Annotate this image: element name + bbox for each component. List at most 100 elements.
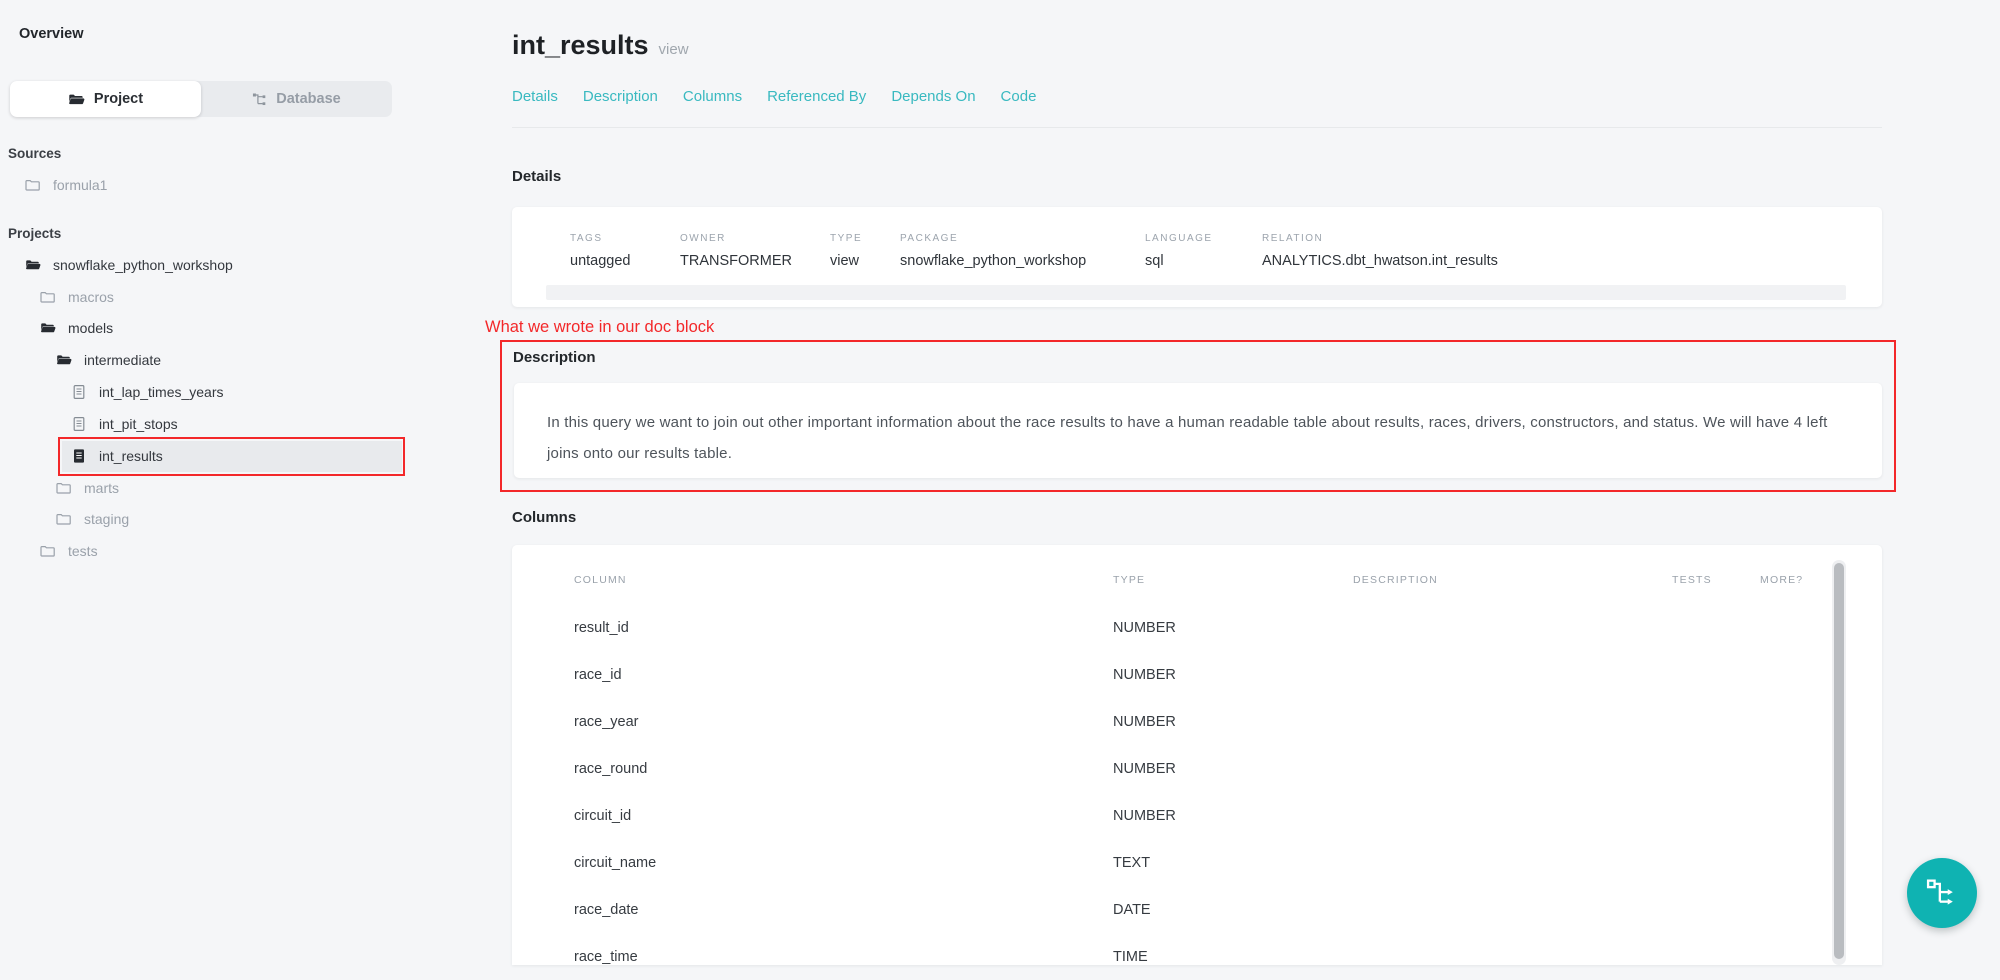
table-row-circuit-id[interactable]: circuit_id NUMBER bbox=[574, 792, 1882, 839]
field-value: ANALYTICS.dbt_hwatson.int_results bbox=[1262, 253, 1882, 269]
project-toggle-button[interactable]: Project bbox=[10, 81, 201, 117]
column-name: race_time bbox=[574, 949, 1113, 965]
description-text: In this query we want to join out other … bbox=[514, 383, 1882, 469]
col-header-column: COLUMN bbox=[574, 574, 1113, 588]
database-tree-icon bbox=[252, 92, 267, 107]
sidebar-view-toggle: Project Database bbox=[10, 81, 392, 117]
field-relation: RELATION ANALYTICS.dbt_hwatson.int_resul… bbox=[1262, 233, 1882, 269]
sidebar-item-staging[interactable]: staging bbox=[0, 504, 470, 534]
table-row-result-id[interactable]: result_id NUMBER bbox=[574, 604, 1882, 651]
columns-table-header: COLUMN TYPE DESCRIPTION TESTS MORE? bbox=[574, 574, 1882, 588]
table-row-race-id[interactable]: race_id NUMBER bbox=[574, 651, 1882, 698]
details-footer-bar bbox=[546, 285, 1846, 300]
tree-item-label: intermediate bbox=[84, 352, 161, 368]
table-row-race-time[interactable]: race_time TIME bbox=[574, 933, 1882, 980]
folder-closed-icon bbox=[25, 177, 41, 193]
field-label: RELATION bbox=[1262, 233, 1882, 244]
columns-card: COLUMN TYPE DESCRIPTION TESTS MORE? resu… bbox=[512, 545, 1882, 965]
details-section-heading: Details bbox=[512, 168, 561, 185]
table-scrollbar-thumb[interactable] bbox=[1834, 563, 1844, 959]
sources-heading: Sources bbox=[8, 146, 61, 161]
page-title: int_results view bbox=[512, 30, 689, 61]
column-type: TEXT bbox=[1113, 855, 1353, 871]
sidebar-item-macros[interactable]: macros bbox=[0, 282, 470, 312]
tree-item-label: models bbox=[68, 320, 113, 336]
detail-tabs: Details Description Columns Referenced B… bbox=[512, 88, 1061, 105]
table-row-race-year[interactable]: race_year NUMBER bbox=[574, 698, 1882, 745]
sidebar-item-formula1[interactable]: formula1 bbox=[0, 170, 470, 200]
tab-columns[interactable]: Columns bbox=[683, 88, 742, 105]
folder-closed-icon bbox=[56, 480, 72, 496]
column-type: NUMBER bbox=[1113, 620, 1353, 636]
col-header-tests: TESTS bbox=[1672, 574, 1760, 588]
field-value: untagged bbox=[570, 253, 680, 269]
sidebar-item-tests[interactable]: tests bbox=[0, 536, 470, 566]
field-value: view bbox=[830, 253, 900, 269]
folder-open-icon bbox=[25, 257, 41, 273]
col-header-description: DESCRIPTION bbox=[1353, 574, 1672, 588]
tree-item-label: staging bbox=[84, 511, 129, 527]
sidebar-item-marts[interactable]: marts bbox=[0, 473, 470, 503]
column-name: race_date bbox=[574, 902, 1113, 918]
lineage-graph-button[interactable] bbox=[1907, 858, 1977, 928]
table-row-race-round[interactable]: race_round NUMBER bbox=[574, 745, 1882, 792]
file-icon bbox=[71, 384, 87, 400]
sidebar-item-snowflake-python-workshop[interactable]: snowflake_python_workshop bbox=[0, 250, 470, 280]
field-label: PACKAGE bbox=[900, 233, 1145, 244]
folder-closed-icon bbox=[40, 289, 56, 305]
table-row-race-date[interactable]: race_date DATE bbox=[574, 886, 1882, 933]
field-label: TYPE bbox=[830, 233, 900, 244]
table-scrollbar-track[interactable] bbox=[1832, 560, 1846, 965]
tab-referenced-by[interactable]: Referenced By bbox=[767, 88, 866, 105]
file-icon bbox=[71, 416, 87, 432]
table-row-circuit-name[interactable]: circuit_name TEXT bbox=[574, 839, 1882, 886]
folder-open-icon bbox=[40, 320, 56, 336]
field-package: PACKAGE snowflake_python_workshop bbox=[900, 233, 1145, 269]
sidebar-item-int-lap-times-years[interactable]: int_lap_times_years bbox=[0, 377, 470, 407]
tree-item-label: int_results bbox=[99, 448, 163, 464]
description-section-heading: Description bbox=[513, 349, 596, 366]
column-type: NUMBER bbox=[1113, 808, 1353, 824]
sidebar-item-intermediate[interactable]: intermediate bbox=[0, 345, 470, 375]
description-card: In this query we want to join out other … bbox=[514, 383, 1882, 478]
tree-item-label: snowflake_python_workshop bbox=[53, 257, 233, 273]
projects-heading: Projects bbox=[8, 226, 61, 241]
column-type: NUMBER bbox=[1113, 761, 1353, 777]
columns-section-heading: Columns bbox=[512, 509, 576, 526]
materialization-badge: view bbox=[659, 41, 689, 58]
source-item-label: formula1 bbox=[53, 177, 107, 193]
details-card: TAGS untagged OWNER TRANSFORMER TYPE vie… bbox=[512, 207, 1882, 307]
tabs-divider bbox=[512, 127, 1882, 128]
field-label: OWNER bbox=[680, 233, 830, 244]
col-header-type: TYPE bbox=[1113, 574, 1353, 588]
tree-item-label: int_pit_stops bbox=[99, 416, 178, 432]
project-toggle-label: Project bbox=[94, 91, 143, 107]
field-owner: OWNER TRANSFORMER bbox=[680, 233, 830, 269]
database-toggle-button[interactable]: Database bbox=[201, 81, 392, 117]
tab-description[interactable]: Description bbox=[583, 88, 658, 105]
columns-table: COLUMN TYPE DESCRIPTION TESTS MORE? resu… bbox=[512, 545, 1882, 980]
tab-code[interactable]: Code bbox=[1001, 88, 1037, 105]
overview-link[interactable]: Overview bbox=[19, 26, 84, 42]
sidebar-item-int-results[interactable]: int_results bbox=[0, 441, 470, 471]
column-type: TIME bbox=[1113, 949, 1353, 965]
col-header-more: MORE? bbox=[1760, 574, 1882, 588]
field-value: TRANSFORMER bbox=[680, 253, 830, 269]
field-language: LANGUAGE sql bbox=[1145, 233, 1262, 269]
column-type: NUMBER bbox=[1113, 667, 1353, 683]
column-name: race_year bbox=[574, 714, 1113, 730]
field-type: TYPE view bbox=[830, 233, 900, 269]
sidebar-item-int-pit-stops[interactable]: int_pit_stops bbox=[0, 409, 470, 439]
tab-depends-on[interactable]: Depends On bbox=[891, 88, 975, 105]
annotation-note: What we wrote in our doc block bbox=[485, 318, 714, 337]
folder-open-icon bbox=[68, 91, 85, 108]
field-value: sql bbox=[1145, 253, 1262, 269]
sidebar-item-models[interactable]: models bbox=[0, 313, 470, 343]
model-name: int_results bbox=[512, 30, 649, 60]
column-name: result_id bbox=[574, 620, 1113, 636]
database-toggle-label: Database bbox=[276, 91, 340, 107]
tab-details[interactable]: Details bbox=[512, 88, 558, 105]
column-name: race_id bbox=[574, 667, 1113, 683]
columns-table-body: result_id NUMBER race_id NUMBER race_yea… bbox=[574, 604, 1882, 980]
tree-item-label: marts bbox=[84, 480, 119, 496]
